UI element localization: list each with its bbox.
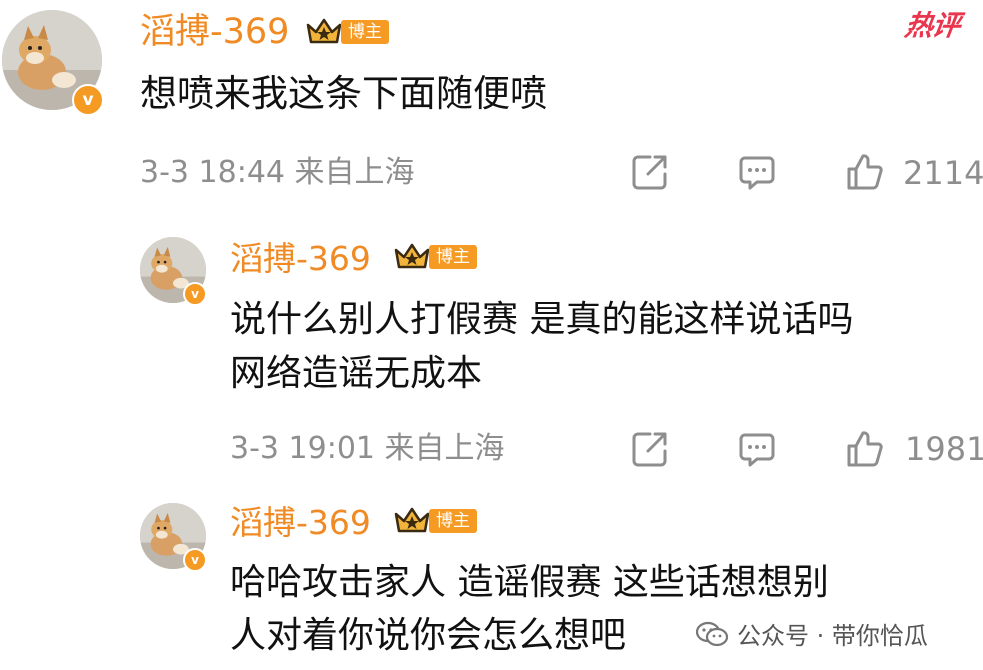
wechat-icon [695, 621, 729, 646]
comment-meta: 3-3 18:44 来自上海 [140, 155, 415, 190]
username[interactable]: 滔搏-369 [140, 15, 289, 50]
verified-badge: v [183, 282, 207, 306]
blogger-tag: 博主 [341, 20, 389, 44]
blogger-badge: 博主 [393, 506, 477, 536]
comment-text: 网络造谣无成本 [230, 353, 483, 394]
verified-badge: v [72, 84, 104, 116]
comment-item: v 滔搏-369 博主 想喷来我这条下面随便喷 3-3 18:44 来自上海 2… [0, 0, 983, 210]
blogger-badge: 博主 [393, 242, 477, 272]
verified-badge: v [183, 548, 207, 572]
watermark-text: 公众号 · 带你恰瓜 [737, 622, 928, 650]
comment-icon[interactable] [737, 429, 777, 469]
crown-icon [306, 18, 342, 44]
comment-item: v 滔搏-369 博主 说什么别人打假赛 是真的能这样说话吗 网络造谣无成本 3… [0, 220, 983, 490]
crown-icon [394, 243, 430, 269]
comment-text: 人对着你说你会怎么想吧 [230, 615, 627, 656]
blogger-tag: 博主 [429, 509, 477, 533]
share-icon[interactable] [630, 152, 670, 192]
comment-text: 想喷来我这条下面随便喷 [140, 72, 547, 115]
comment-text: 哈哈攻击家人 造谣假赛 这些话想想别 [230, 562, 829, 603]
username[interactable]: 滔搏-369 [230, 506, 371, 539]
like-count: 2114 [903, 154, 983, 192]
username[interactable]: 滔搏-369 [230, 242, 371, 275]
thumbs-up-icon[interactable] [845, 429, 885, 469]
comment-meta: 3-3 19:01 来自上海 [230, 431, 505, 466]
comment-text: 说什么别人打假赛 是真的能这样说话吗 [230, 299, 854, 340]
comment-icon[interactable] [737, 152, 777, 192]
thumbs-up-icon[interactable] [845, 152, 885, 192]
blogger-tag: 博主 [429, 245, 477, 269]
share-icon[interactable] [630, 429, 670, 469]
blogger-badge: 博主 [305, 17, 389, 47]
watermark: 公众号 · 带你恰瓜 [695, 616, 928, 651]
like-count: 1981 [905, 430, 983, 468]
crown-icon [394, 507, 430, 533]
